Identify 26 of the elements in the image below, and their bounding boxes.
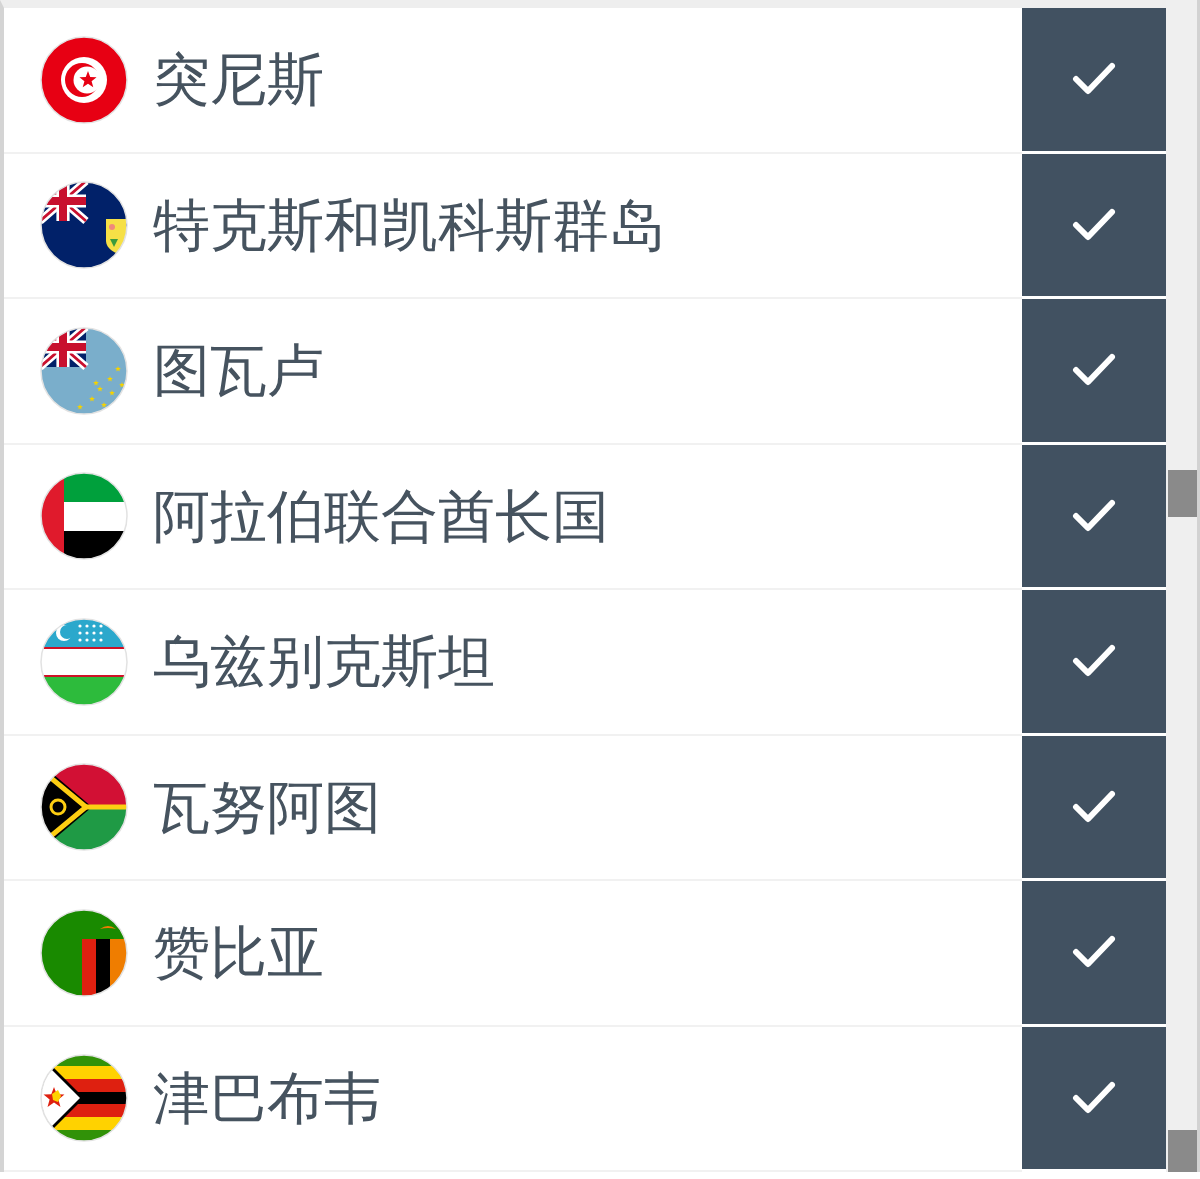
scrollbar-track[interactable] [1166,0,1200,1172]
checkbox[interactable] [1022,735,1166,878]
checkbox[interactable] [1022,444,1166,587]
flag-icon [40,472,128,561]
country-name: 瓦努阿图 [153,775,381,839]
country-name: 阿拉伯联合酋长国 [153,484,609,548]
checkbox[interactable] [1022,8,1166,151]
checkbox[interactable] [1022,590,1166,733]
checkbox[interactable] [1022,153,1166,296]
check-icon [1072,497,1116,534]
scrollbar-thumb[interactable] [1168,470,1197,517]
country-name: 图瓦卢 [153,339,324,403]
country-name: 突尼斯 [153,48,324,112]
country-name: 特克斯和凯科斯群岛 [153,193,666,257]
checkbox[interactable] [1022,881,1166,1024]
check-icon [1072,1079,1116,1116]
flag-icon [40,763,128,852]
check-icon [1072,206,1116,243]
flag-icon [40,617,128,706]
scrollbar-thumb[interactable] [1168,1130,1197,1172]
check-icon [1072,788,1116,825]
country-name: 津巴布韦 [153,1066,381,1130]
country-name: 乌兹别克斯坦 [153,630,495,694]
country-name: 赞比亚 [153,921,324,985]
checkbox[interactable] [1022,299,1166,442]
checkbox[interactable] [1022,1026,1166,1169]
